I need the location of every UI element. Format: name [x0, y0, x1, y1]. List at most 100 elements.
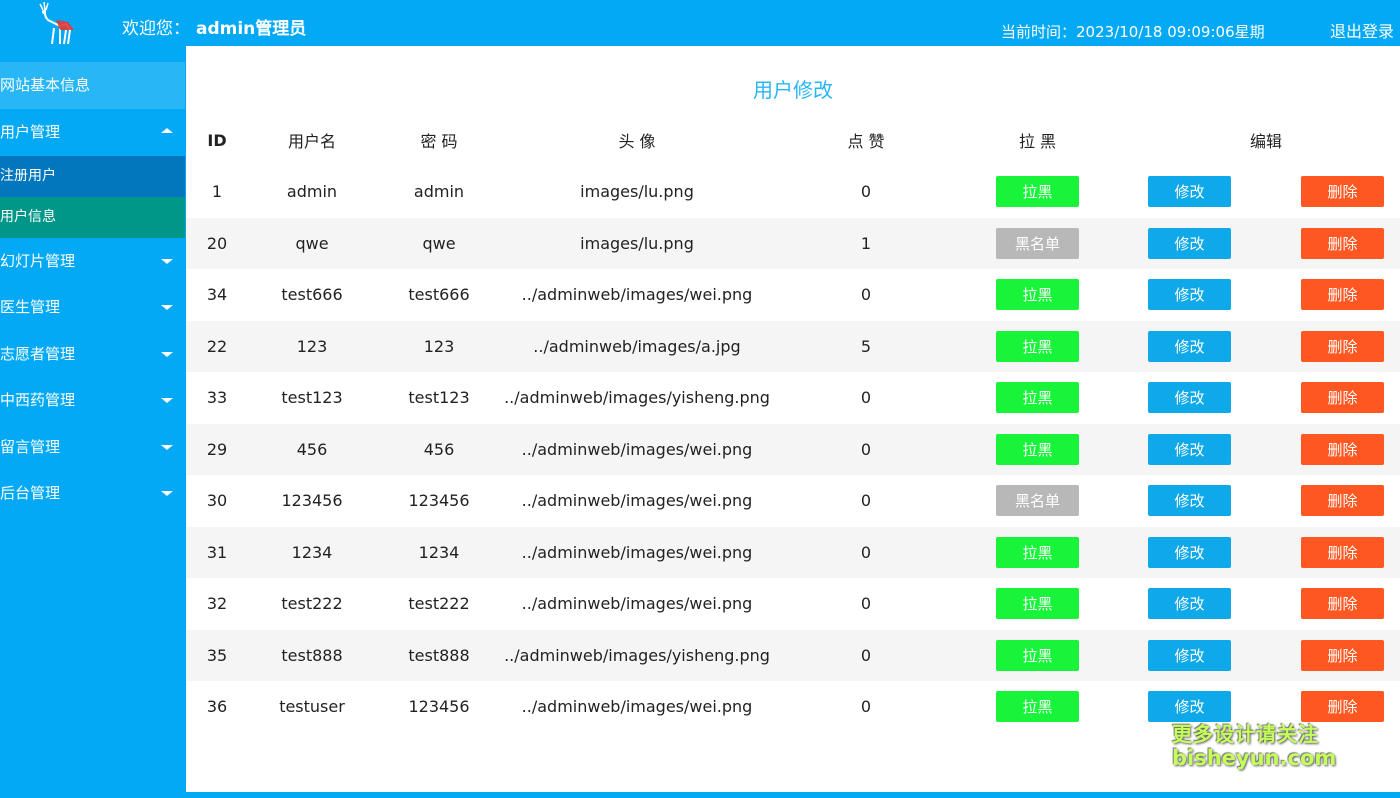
cell-likes: 0: [860, 182, 872, 202]
delete-button[interactable]: 删除: [1301, 639, 1384, 671]
cell-edit: 修改: [1148, 475, 1231, 527]
sidebar-item-label: 医生管理: [0, 298, 61, 316]
edit-button[interactable]: 修改: [1148, 279, 1231, 311]
cell-delete: 删除: [1301, 630, 1384, 682]
blacklist-button[interactable]: 拉黑: [996, 279, 1079, 311]
cell-id: 20: [206, 233, 228, 253]
edit-button[interactable]: 修改: [1148, 588, 1231, 620]
blacklist-button[interactable]: 拉黑: [996, 330, 1079, 362]
sidebar-item-label: 幻灯片管理: [0, 251, 76, 270]
main-panel: 用户修改 ID 用户名 密 码 头 像 点 赞 拉 黑 编辑 1 admin a…: [186, 46, 1400, 792]
blacklist-button[interactable]: 拉黑: [996, 588, 1079, 620]
cell-avatar: ../adminweb/images/wei.png: [521, 594, 753, 614]
cell-edit: 修改: [1148, 218, 1231, 270]
cell-avatar: images/lu.png: [580, 182, 694, 202]
table-row: 33 test123 test123 ../adminweb/images/yi…: [186, 372, 1400, 424]
cell-password: 1234: [418, 542, 460, 562]
delete-button[interactable]: 删除: [1301, 227, 1384, 259]
sidebar-item-label: 网站基本信息: [0, 76, 91, 94]
sidebar: 网站基本信息 用户管理 注册用户 用户信息 幻灯片管理 医生管理 志愿者管理 中…: [0, 62, 185, 798]
sidebar-item-backend[interactable]: 后台管理: [0, 470, 185, 517]
cell-likes: 0: [860, 542, 872, 562]
cell-delete: 删除: [1301, 218, 1384, 270]
cell-id: 31: [206, 542, 228, 562]
cell-avatar: ../adminweb/images/a.jpg: [533, 336, 741, 356]
table-row: 1 admin admin images/lu.png 0 拉黑 修改 删除: [186, 166, 1400, 218]
cell-likes: 0: [860, 697, 872, 717]
sidebar-item-user-management[interactable]: 用户管理: [0, 109, 185, 156]
delete-button[interactable]: 删除: [1301, 176, 1384, 208]
cell-edit: 修改: [1148, 578, 1231, 630]
cell-delete: 删除: [1301, 269, 1384, 321]
edit-button[interactable]: 修改: [1148, 176, 1231, 208]
sidebar-item-label: 用户管理: [0, 123, 61, 141]
table-row: 20 qwe qwe images/lu.png 1 黑名单 修改 删除: [186, 217, 1400, 270]
cell-likes: 0: [860, 491, 872, 511]
cell-edit: 修改: [1148, 269, 1231, 321]
cell-blacklist: 拉黑: [996, 321, 1079, 373]
sidebar-item-medicine[interactable]: 中西药管理: [0, 377, 185, 424]
blacklisted-button[interactable]: 黑名单: [996, 227, 1079, 259]
sidebar-item-site-info[interactable]: 网站基本信息: [0, 62, 185, 109]
cell-id: 33: [206, 388, 228, 408]
edit-button[interactable]: 修改: [1148, 691, 1231, 723]
cell-avatar: ../adminweb/images/wei.png: [521, 285, 753, 305]
cell-password: qwe: [422, 233, 456, 253]
delete-button[interactable]: 删除: [1301, 279, 1384, 311]
edit-button[interactable]: 修改: [1148, 433, 1231, 465]
cell-id: 36: [206, 697, 228, 717]
blacklist-button[interactable]: 拉黑: [996, 176, 1079, 208]
cell-delete: 删除: [1301, 321, 1384, 373]
cell-username: test123: [281, 388, 343, 408]
table-header: ID 用户名 密 码 头 像 点 赞 拉 黑 编辑: [186, 114, 1400, 166]
delete-button[interactable]: 删除: [1301, 588, 1384, 620]
delete-button[interactable]: 删除: [1301, 433, 1384, 465]
column-header-id: ID: [207, 130, 227, 150]
blacklist-button[interactable]: 拉黑: [996, 536, 1079, 568]
top-header: 欢迎您： admin管理员 当前时间：2023/10/18 09:09:06星期 …: [0, 0, 1400, 46]
cell-id: 34: [206, 285, 228, 305]
edit-button[interactable]: 修改: [1148, 485, 1231, 517]
time-label: 当前时间：: [1001, 23, 1077, 41]
cell-edit: 修改: [1148, 424, 1231, 476]
cell-password: 123456: [408, 491, 470, 511]
column-header-edit: 编辑: [1249, 132, 1282, 151]
blacklist-button[interactable]: 拉黑: [996, 382, 1079, 414]
cell-blacklist: 拉黑: [996, 630, 1079, 682]
edit-button[interactable]: 修改: [1148, 330, 1231, 362]
cell-password: test888: [408, 645, 470, 665]
cell-blacklist: 拉黑: [996, 527, 1079, 579]
welcome-text: 欢迎您： admin管理员: [122, 14, 306, 39]
delete-button[interactable]: 删除: [1301, 691, 1384, 723]
blacklisted-button[interactable]: 黑名单: [996, 485, 1079, 517]
cell-likes: 0: [860, 285, 872, 305]
logout-link[interactable]: 退出登录: [1330, 18, 1394, 42]
sidebar-item-slides[interactable]: 幻灯片管理: [0, 238, 185, 285]
table-row: 31 1234 1234 ../adminweb/images/wei.png …: [186, 526, 1400, 579]
cell-password: test666: [408, 285, 470, 305]
cell-username: qwe: [295, 233, 329, 253]
cell-blacklist: 拉黑: [996, 269, 1079, 321]
time-value: 2023/10/18 09:09:06星期: [1076, 23, 1265, 41]
delete-button[interactable]: 删除: [1301, 330, 1384, 362]
delete-button[interactable]: 删除: [1301, 485, 1384, 517]
blacklist-button[interactable]: 拉黑: [996, 433, 1079, 465]
column-header-blacklist: 拉 黑: [1018, 132, 1057, 151]
blacklist-button[interactable]: 拉黑: [996, 639, 1079, 671]
edit-button[interactable]: 修改: [1148, 536, 1231, 568]
edit-button[interactable]: 修改: [1148, 382, 1231, 414]
edit-button[interactable]: 修改: [1148, 639, 1231, 671]
current-user-name: admin管理员: [196, 19, 307, 39]
sidebar-subitem-user-info[interactable]: 用户信息: [0, 196, 185, 238]
delete-button[interactable]: 删除: [1301, 382, 1384, 414]
sidebar-item-volunteers[interactable]: 志愿者管理: [0, 331, 185, 378]
chevron-down-icon: [161, 444, 173, 450]
delete-button[interactable]: 删除: [1301, 536, 1384, 568]
sidebar-item-messages[interactable]: 留言管理: [0, 424, 185, 471]
cell-edit: 修改: [1148, 372, 1231, 424]
blacklist-button[interactable]: 拉黑: [996, 691, 1079, 723]
edit-button[interactable]: 修改: [1148, 227, 1231, 259]
chevron-down-icon: [161, 258, 173, 264]
sidebar-subitem-registered-users[interactable]: 注册用户: [0, 155, 185, 197]
sidebar-item-doctors[interactable]: 医生管理: [0, 284, 185, 331]
